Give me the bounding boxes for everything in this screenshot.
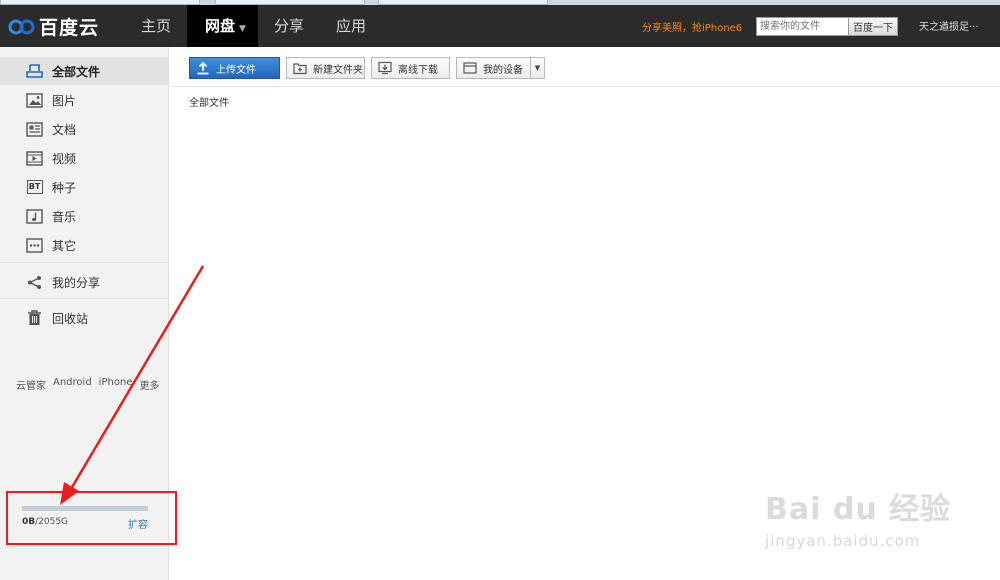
sidebar-item-label: 文档 xyxy=(52,122,77,137)
offline-download-button[interactable]: 离线下载 xyxy=(371,57,450,79)
more-icon xyxy=(26,237,43,253)
file-toolbar: 上传文件 新建文件夹 离线下载 我的设备 ▼ xyxy=(170,47,1000,87)
nav-home[interactable]: 主页 xyxy=(125,5,187,47)
video-icon xyxy=(26,150,43,166)
client-downloads: 云管家 Android iPhone 更多 xyxy=(16,377,159,392)
image-icon xyxy=(26,92,43,108)
sidebar-item-torrents[interactable]: BT 种子 xyxy=(0,173,168,201)
client-link-guanjia[interactable]: 云管家 xyxy=(16,377,46,392)
cloud-upload-icon xyxy=(26,63,43,79)
annotation-highlight-box xyxy=(6,491,177,545)
offline-download-label: 离线下载 xyxy=(398,64,438,76)
music-icon xyxy=(26,208,43,224)
client-link-iphone[interactable]: iPhone xyxy=(99,377,133,392)
search-button[interactable]: 百度一下 xyxy=(848,17,898,36)
promo-link[interactable]: 分享美照，抢iPhone6 xyxy=(642,19,742,34)
sidebar-item-label: 其它 xyxy=(52,238,77,253)
sidebar-divider xyxy=(0,262,168,263)
top-navbar: 百度云 主页 网盘▼ 分享 应用 分享美照，抢iPhone6 百度一下 天之遒损… xyxy=(0,5,1000,47)
client-link-android[interactable]: Android xyxy=(53,377,92,392)
upload-label: 上传文件 xyxy=(216,64,256,76)
search-input[interactable] xyxy=(756,17,848,36)
share-icon xyxy=(26,274,43,290)
user-menu[interactable]: 天之遒损足··· xyxy=(919,18,979,33)
sidebar-divider xyxy=(0,298,168,299)
sidebar-item-videos[interactable]: 视频 xyxy=(0,144,168,172)
main-nav: 主页 网盘 ▼ 分享 应用 xyxy=(125,5,382,47)
new-folder-label: 新建文件夹 xyxy=(313,64,363,76)
upload-icon xyxy=(197,61,209,75)
sidebar-item-label: 全部文件 xyxy=(52,64,101,79)
device-icon xyxy=(463,62,477,74)
sidebar-item-label: 音乐 xyxy=(52,209,77,224)
sidebar-item-label: 图片 xyxy=(52,93,77,108)
sidebar-item-images[interactable]: 图片 xyxy=(0,86,168,114)
sidebar-item-all-files[interactable]: 全部文件 xyxy=(0,57,168,85)
sidebar-item-documents[interactable]: 文档 xyxy=(0,115,168,143)
baidu-jingyan-watermark: Bai du 经验 jingyan.baidu.com xyxy=(765,476,980,560)
nav-apps[interactable]: 应用 xyxy=(320,5,382,47)
sidebar-item-label: 我的分享 xyxy=(52,275,101,290)
cloud-logo-icon xyxy=(8,19,35,35)
sidebar-item-others[interactable]: 其它 xyxy=(0,231,168,259)
sidebar-item-label: 回收站 xyxy=(52,311,89,326)
new-folder-icon xyxy=(293,63,307,75)
chevron-down-icon: ▼ xyxy=(239,24,246,34)
client-link-more[interactable]: 更多 xyxy=(139,377,159,392)
sidebar-item-label: 视频 xyxy=(52,151,77,166)
nav-share[interactable]: 分享 xyxy=(258,5,320,47)
bt-icon: BT xyxy=(26,179,43,195)
logo-text: 百度云 xyxy=(39,16,100,39)
chevron-down-icon[interactable]: ▼ xyxy=(530,58,544,78)
sidebar-item-music[interactable]: 音乐 xyxy=(0,202,168,230)
trash-icon xyxy=(26,310,43,326)
document-icon xyxy=(26,121,43,137)
nav-netdisk[interactable]: 网盘 ▼ xyxy=(187,5,258,47)
sidebar-item-recycle-bin[interactable]: 回收站 xyxy=(0,304,168,332)
my-devices-button[interactable]: 我的设备 ▼ xyxy=(456,57,545,79)
new-folder-button[interactable]: 新建文件夹 xyxy=(286,57,365,79)
watermark-brand: Bai du 经验 xyxy=(765,492,952,527)
bt-icon-text: BT xyxy=(26,180,43,194)
sidebar-item-my-shares[interactable]: 我的分享 xyxy=(0,268,168,296)
breadcrumb: 全部文件 xyxy=(189,98,229,109)
my-devices-label: 我的设备 xyxy=(483,64,523,76)
search-box: 百度一下 xyxy=(756,17,898,36)
watermark-url: jingyan.baidu.com xyxy=(765,532,921,550)
offline-download-icon xyxy=(378,61,392,75)
upload-button[interactable]: 上传文件 xyxy=(189,57,280,79)
logo[interactable]: 百度云 xyxy=(8,13,99,39)
nav-netdisk-label: 网盘 xyxy=(205,17,236,35)
sidebar-item-label: 种子 xyxy=(52,180,77,195)
